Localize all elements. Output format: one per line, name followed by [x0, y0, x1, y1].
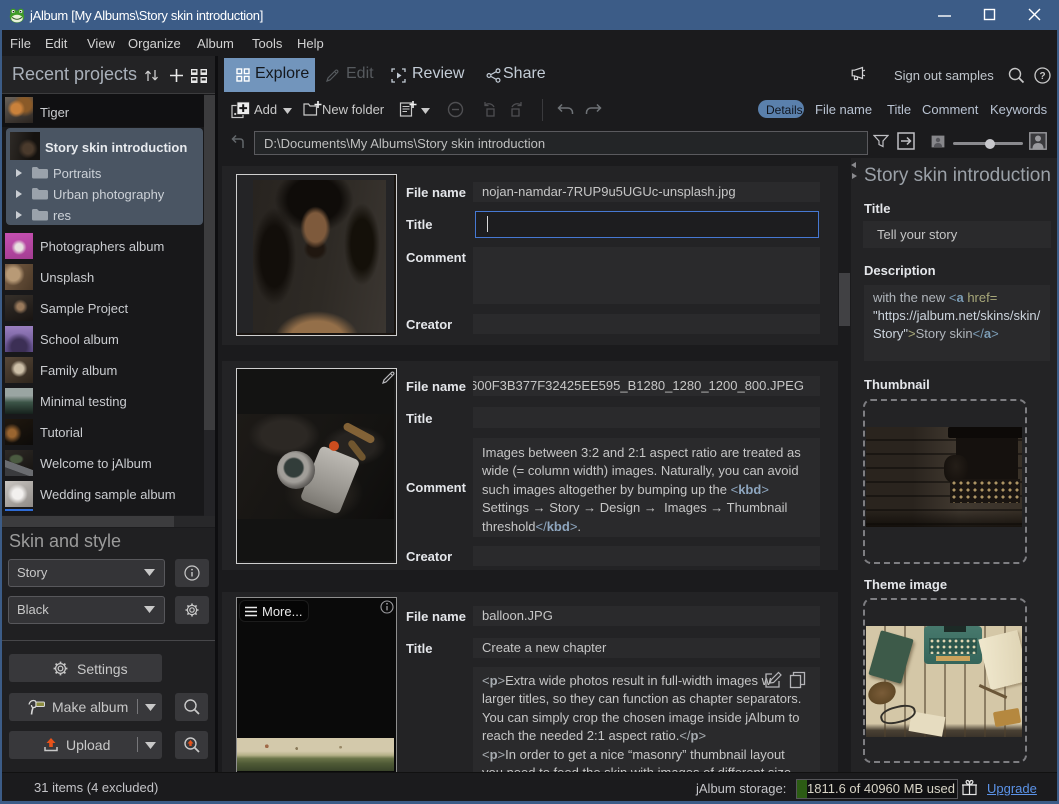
svg-text:?: ? [1039, 71, 1045, 82]
